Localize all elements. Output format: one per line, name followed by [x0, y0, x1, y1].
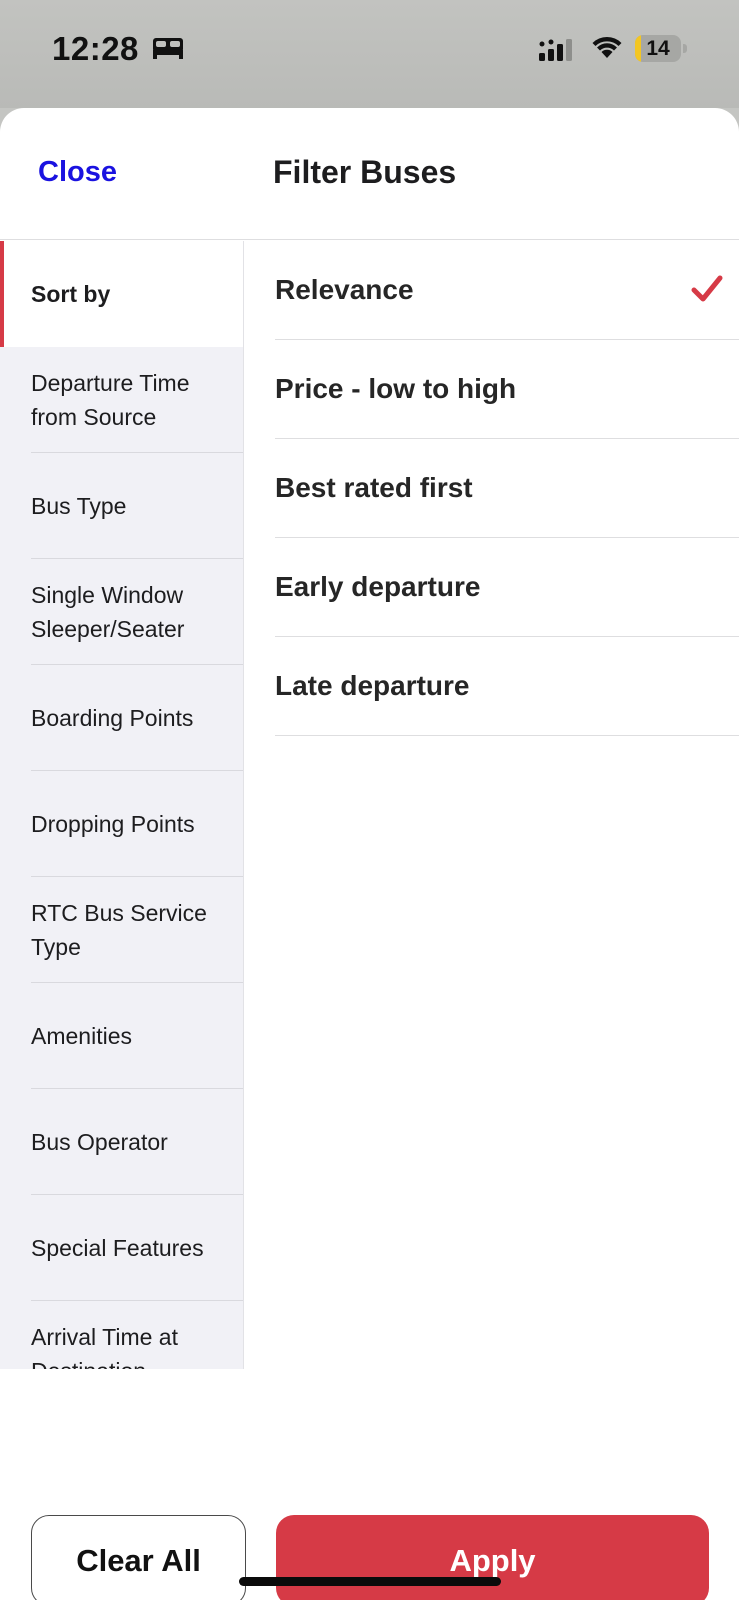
sidebar-item-special-features[interactable]: Special Features	[0, 1195, 243, 1301]
page-title: Filter Buses	[273, 154, 457, 190]
status-time: 12:28	[52, 30, 139, 67]
bed-icon	[152, 36, 184, 65]
sort-option-label: Best rated first	[275, 472, 473, 503]
sidebar-item-departure-time[interactable]: Departure Time from Source	[0, 347, 243, 453]
sheet-footer: Clear All Apply	[0, 1369, 739, 1600]
battery-icon: 14	[635, 35, 687, 62]
sidebar-item-bus-operator[interactable]: Bus Operator	[0, 1089, 243, 1195]
sort-option-price-low-to-high[interactable]: Price - low to high	[275, 340, 739, 439]
close-button[interactable]: Close	[38, 156, 117, 189]
cellular-signal-icon	[539, 38, 575, 67]
sidebar-item-label: Special Features	[31, 1235, 204, 1261]
sort-option-best-rated[interactable]: Best rated first	[275, 439, 739, 538]
sidebar-item-label: RTC Bus Service Type	[31, 900, 207, 960]
checkmark-icon	[691, 275, 723, 308]
sidebar-item-dropping-points[interactable]: Dropping Points	[0, 771, 243, 877]
sidebar-item-label: Bus Operator	[31, 1129, 168, 1155]
sidebar-item-label: Bus Type	[31, 493, 127, 519]
sort-option-label: Price - low to high	[275, 373, 517, 404]
sort-option-relevance[interactable]: Relevance	[275, 241, 739, 340]
sort-options-list: Relevance Price - low to high Best rated…	[275, 241, 739, 736]
apply-button[interactable]: Apply	[276, 1515, 709, 1600]
status-bar: 12:28 14	[0, 0, 739, 108]
sort-option-label: Relevance	[275, 274, 414, 305]
sidebar-item-single-window[interactable]: Single Window Sleeper/Seater	[0, 559, 243, 665]
sheet-header: Close Filter Buses	[0, 108, 739, 240]
sidebar-item-sort-by[interactable]: Sort by	[0, 241, 243, 347]
home-indicator[interactable]	[239, 1577, 501, 1586]
filter-category-sidebar: Sort by Departure Time from Source Bus T…	[0, 241, 244, 1369]
sidebar-item-label: Amenities	[31, 1023, 132, 1049]
sidebar-item-arrival-time[interactable]: Arrival Time at Destination	[0, 1301, 243, 1369]
sidebar-item-bus-type[interactable]: Bus Type	[0, 453, 243, 559]
sidebar-item-amenities[interactable]: Amenities	[0, 983, 243, 1089]
sidebar-item-label: Sort by	[31, 281, 111, 307]
sort-option-label: Early departure	[275, 571, 481, 602]
sidebar-item-rtc-service-type[interactable]: RTC Bus Service Type	[0, 877, 243, 983]
wifi-icon	[590, 34, 624, 65]
sidebar-item-label: Departure Time from Source	[31, 370, 190, 430]
sort-option-early-departure[interactable]: Early departure	[275, 538, 739, 637]
battery-level: 14	[646, 37, 670, 60]
sort-option-late-departure[interactable]: Late departure	[275, 637, 739, 736]
clear-all-button[interactable]: Clear All	[31, 1515, 246, 1600]
filter-sheet: Close Filter Buses Sort by Departure Tim…	[0, 108, 739, 1600]
sidebar-item-label: Boarding Points	[31, 705, 194, 731]
sort-option-label: Late departure	[275, 670, 470, 701]
sidebar-item-label: Dropping Points	[31, 811, 195, 837]
sidebar-item-label: Single Window Sleeper/Seater	[31, 582, 185, 642]
sidebar-item-boarding-points[interactable]: Boarding Points	[0, 665, 243, 771]
sidebar-item-label: Arrival Time at Destination	[31, 1324, 178, 1369]
